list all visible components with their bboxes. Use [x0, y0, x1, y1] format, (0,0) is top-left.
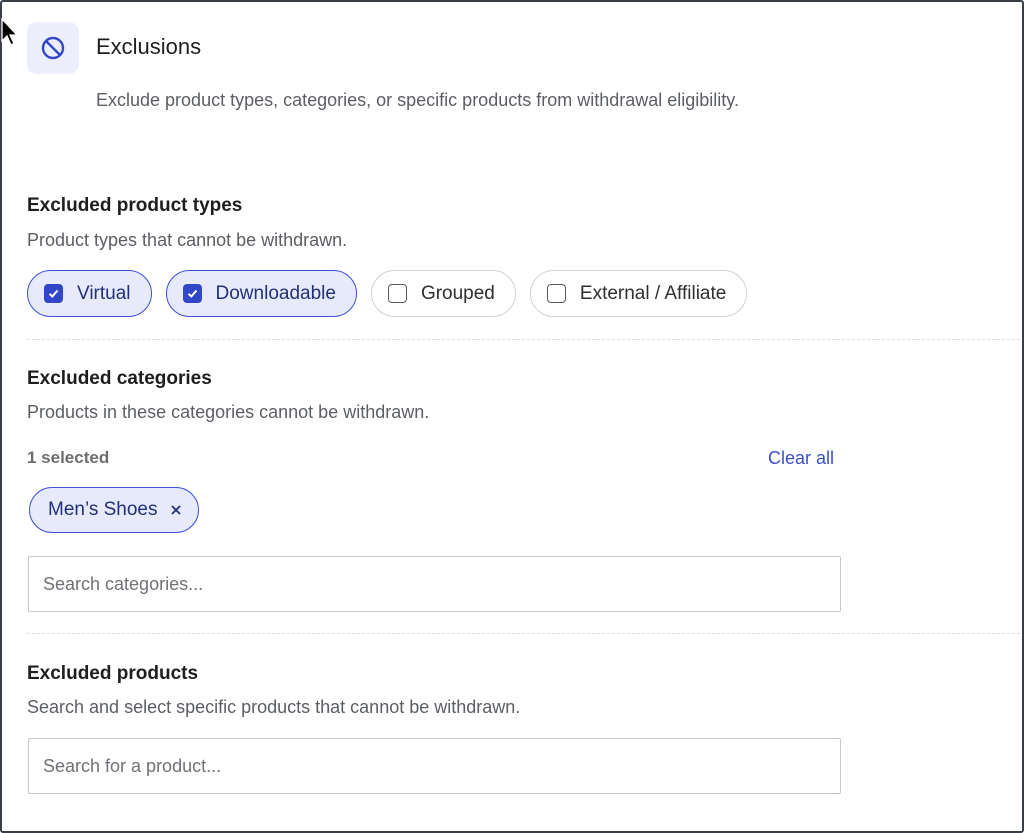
- checkbox-checked-icon[interactable]: [44, 284, 63, 303]
- search-categories-input[interactable]: [28, 556, 841, 612]
- mouse-cursor-icon: [1, 18, 19, 46]
- chip-external-affiliate[interactable]: External / Affiliate: [529, 270, 748, 317]
- checkbox-unchecked-icon[interactable]: [546, 284, 566, 303]
- product-type-chips: Virtual Downloadable Grouped External / …: [27, 270, 748, 317]
- chip-label: Grouped: [420, 282, 495, 304]
- section-divider: [27, 633, 1020, 634]
- checkbox-unchecked-icon[interactable]: [387, 284, 407, 303]
- section-divider: [27, 339, 1020, 340]
- products-title: Excluded products: [27, 663, 199, 684]
- products-description: Search and select specific products that…: [27, 697, 521, 717]
- chip-label: External / Affiliate: [579, 282, 727, 304]
- block-icon: [27, 22, 79, 74]
- page-title: Exclusions: [96, 34, 202, 59]
- remove-tag-icon[interactable]: [170, 504, 182, 516]
- product-types-description: Product types that cannot be withdrawn.: [27, 230, 348, 250]
- chip-virtual[interactable]: Virtual: [27, 270, 152, 317]
- clear-all-link[interactable]: Clear all: [768, 448, 834, 469]
- selected-count: 1 selected: [27, 448, 110, 467]
- checkbox-checked-icon[interactable]: [182, 284, 202, 303]
- page-description: Exclude product types, categories, or sp…: [96, 90, 739, 110]
- chip-grouped[interactable]: Grouped: [370, 270, 516, 317]
- chip-label: Virtual: [77, 282, 131, 304]
- category-tag: Men’s Shoes: [29, 487, 199, 533]
- categories-description: Products in these categories cannot be w…: [27, 402, 430, 422]
- chip-label: Downloadable: [215, 282, 336, 304]
- categories-title: Excluded categories: [27, 368, 212, 389]
- chip-downloadable[interactable]: Downloadable: [165, 270, 357, 317]
- product-types-title: Excluded product types: [27, 195, 243, 216]
- search-products-input[interactable]: [28, 738, 841, 794]
- tag-label: Men’s Shoes: [48, 499, 158, 520]
